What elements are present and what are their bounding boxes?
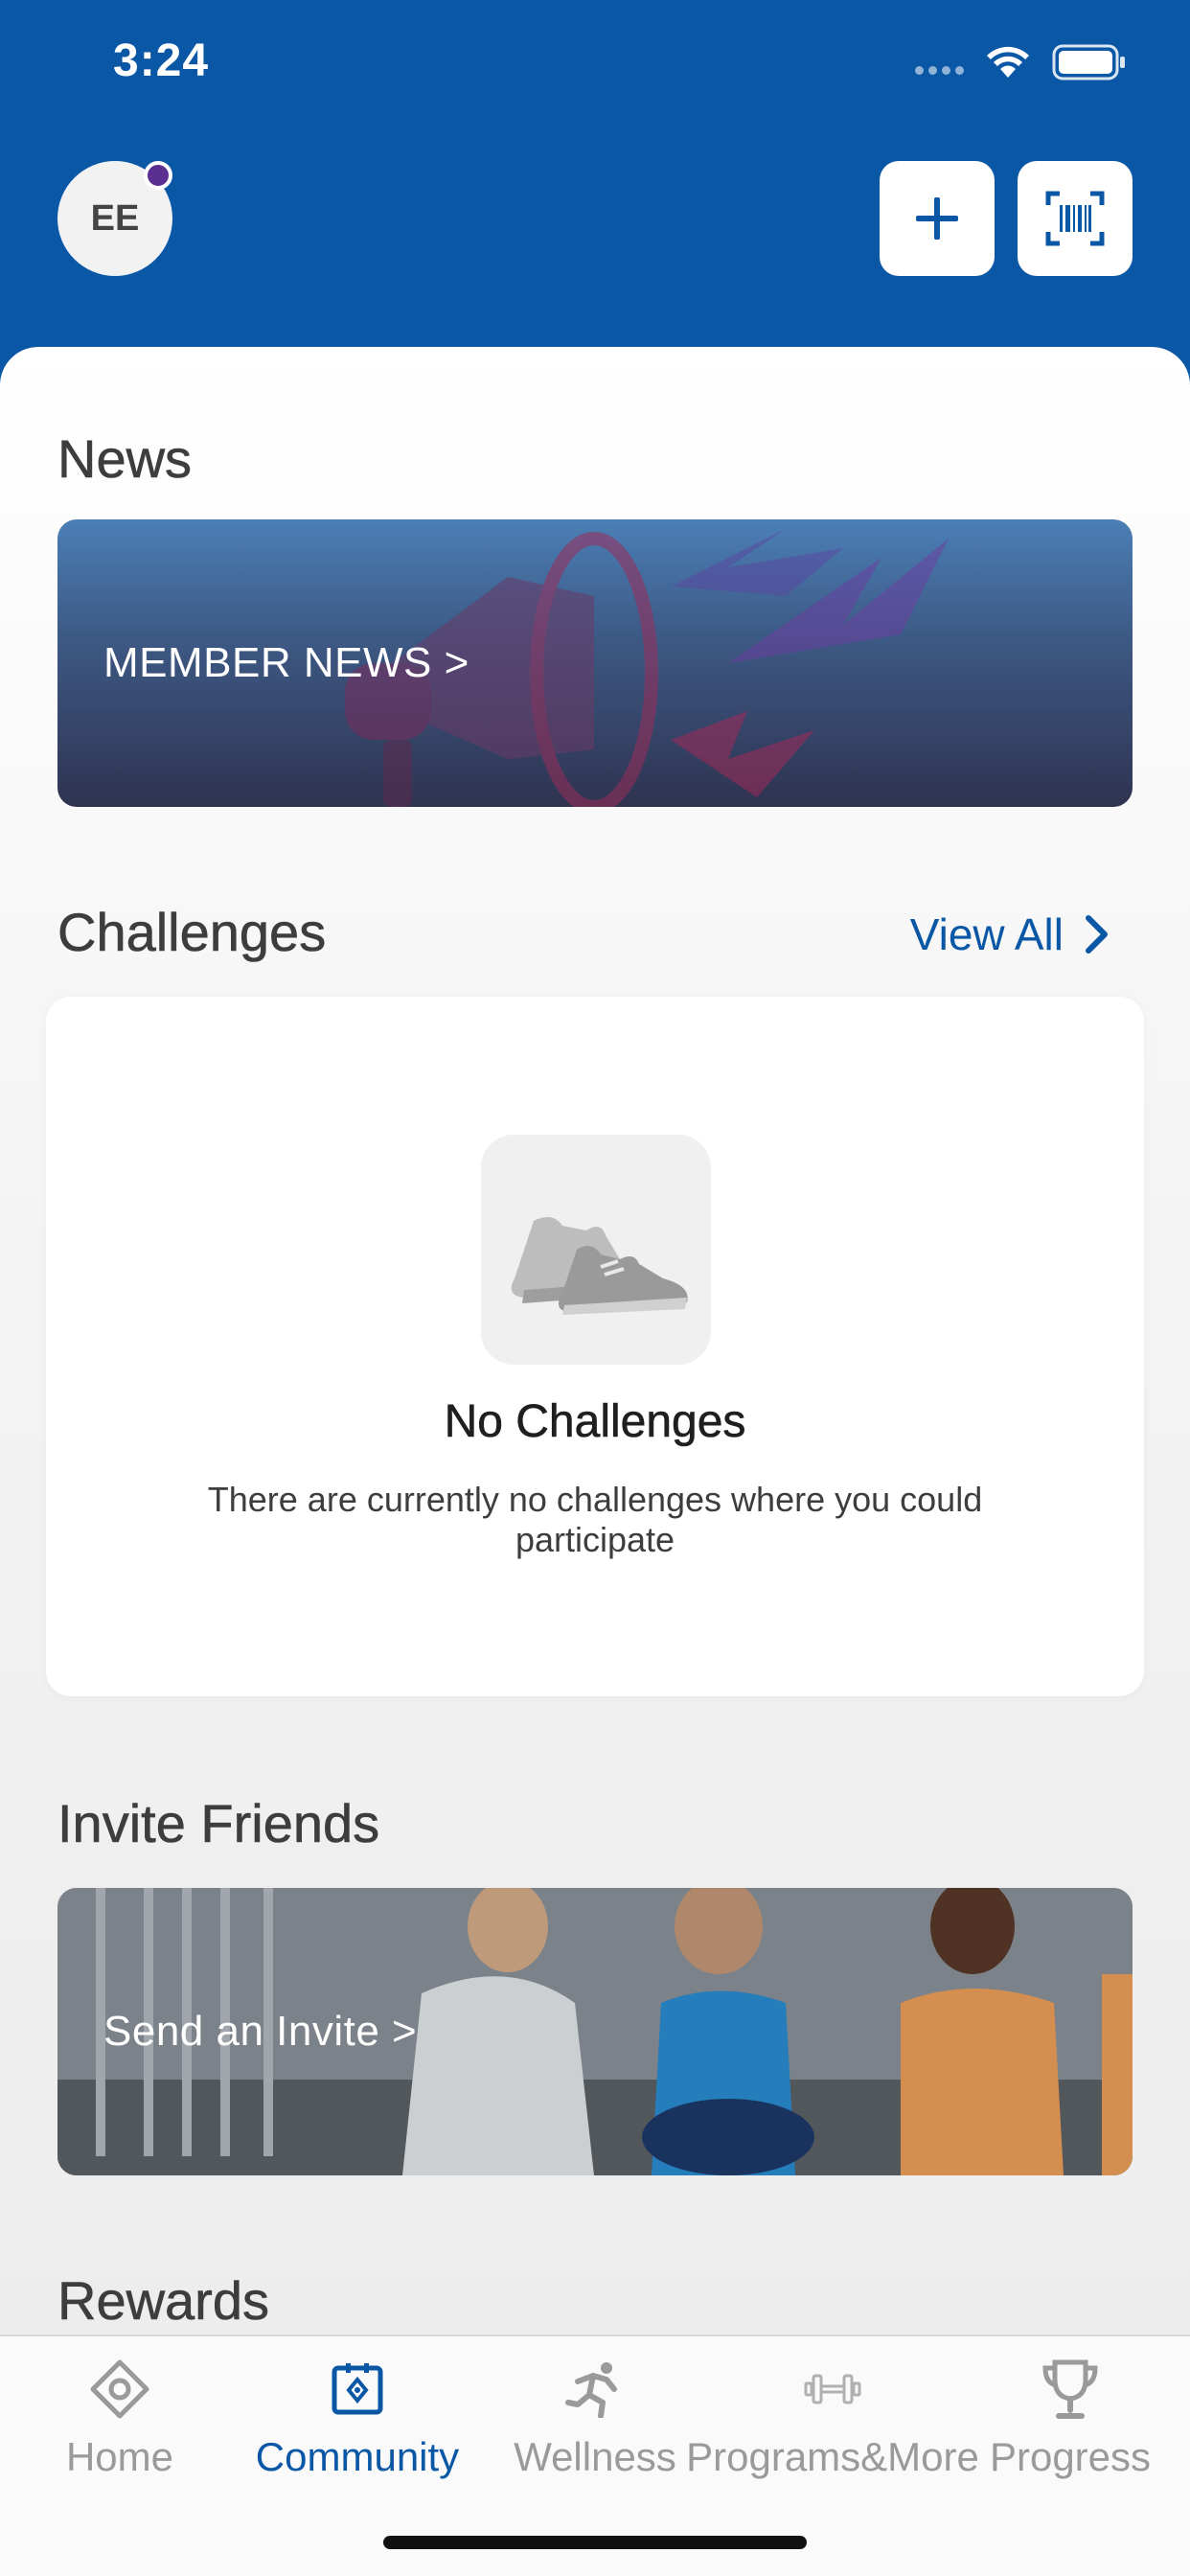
no-challenges-title: No Challenges (444, 1396, 746, 1448)
dumbbell-icon (804, 2374, 861, 2404)
home-indicator[interactable] (383, 2536, 807, 2549)
runner-icon (565, 2362, 617, 2418)
trophy-icon (1042, 2359, 1098, 2419)
tab-home[interactable]: Home (0, 2336, 240, 2518)
tab-wellness[interactable]: Wellness (475, 2336, 715, 2518)
tab-progress-label: Progress (989, 2434, 1152, 2479)
view-all-challenges-link[interactable]: View All (910, 908, 1110, 960)
sneakers-icon (481, 1135, 711, 1365)
community-icon (332, 2363, 383, 2415)
scan-barcode-button[interactable] (1018, 161, 1133, 276)
tab-progress[interactable]: Progress (950, 2336, 1190, 2518)
battery-icon (1052, 44, 1125, 80)
tab-programs-more-label: Programs&More (686, 2434, 979, 2479)
plus-icon (916, 197, 958, 240)
barcode-scan-icon (1045, 191, 1105, 246)
member-news-banner[interactable]: MEMBER NEWS > (57, 519, 1133, 807)
status-time: 3:24 (113, 35, 210, 86)
challenges-empty-card: No Challenges There are currently no cha… (46, 997, 1144, 1696)
home-diamond-icon (90, 2359, 149, 2419)
cellular-signal-icon (915, 65, 964, 75)
news-section-title: News (57, 428, 193, 490)
send-invite-banner[interactable]: Send an Invite > (57, 1888, 1133, 2175)
send-invite-label: Send an Invite > (103, 2008, 418, 2055)
wifi-icon (987, 46, 1029, 78)
tab-home-label: Home (65, 2434, 174, 2479)
challenges-section-title: Challenges (57, 902, 327, 963)
tab-wellness-label: Wellness (514, 2434, 676, 2479)
view-all-label: View All (909, 909, 1064, 959)
add-button[interactable] (880, 161, 995, 276)
invite-section-title: Invite Friends (57, 1793, 380, 1854)
member-news-label: MEMBER NEWS > (103, 639, 469, 686)
tab-programs-more[interactable]: Programs&More (686, 2336, 979, 2518)
tab-community[interactable]: Community (238, 2336, 477, 2518)
notification-dot (144, 161, 172, 190)
tab-community-label: Community (255, 2434, 460, 2479)
rewards-section-title: Rewards (57, 2270, 270, 2332)
status-icons (915, 44, 1127, 80)
app-header: 3:24 EE (0, 0, 1190, 383)
avatar-initials: EE (90, 197, 140, 239)
chevron-right-icon (1086, 915, 1108, 954)
no-challenges-message: There are currently no challenges where … (207, 1480, 983, 1559)
